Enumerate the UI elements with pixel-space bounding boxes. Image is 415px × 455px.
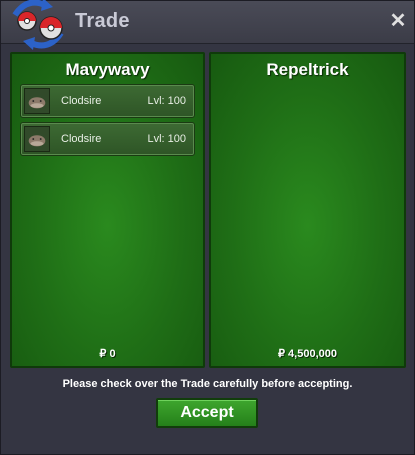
clodsire-icon	[24, 126, 50, 152]
trade-window: Trade ✕ Mavywavy Clodsire Lvl: 100 Clods…	[0, 0, 415, 455]
close-icon[interactable]: ✕	[388, 11, 408, 31]
pokemon-slot[interactable]: Clodsire Lvl: 100	[20, 122, 195, 156]
pokemon-name: Clodsire	[61, 133, 102, 145]
pokemon-level: Lvl: 100	[147, 133, 186, 145]
clodsire-icon	[24, 88, 50, 114]
money-offer: ₽ 4,500,000	[278, 348, 337, 360]
trade-notice: Please check over the Trade carefully be…	[62, 378, 353, 390]
pokeball-swap-icon	[12, 0, 64, 50]
partner-offer-panel: Repeltrick ₽ 4,500,000	[209, 52, 406, 368]
my-offer-panel: Mavywavy Clodsire Lvl: 100 Clodsire Lvl:…	[10, 52, 205, 368]
pokemon-name: Clodsire	[61, 95, 102, 107]
player-name: Mavywavy	[65, 60, 150, 79]
pokemon-level: Lvl: 100	[147, 95, 186, 107]
player-name: Repeltrick	[266, 60, 349, 79]
title-bar[interactable]: Trade ✕	[1, 0, 414, 50]
pokemon-slot[interactable]: Clodsire Lvl: 100	[20, 84, 195, 118]
accept-button[interactable]: Accept	[156, 398, 258, 428]
window-title: Trade	[75, 10, 130, 32]
money-offer[interactable]: ₽ 0	[12, 347, 203, 360]
